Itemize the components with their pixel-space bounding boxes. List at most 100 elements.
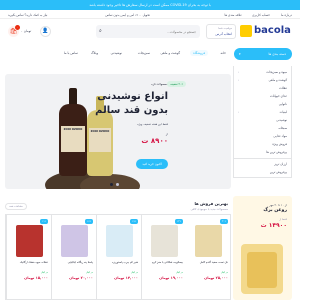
hero-tag: محصولات تازه — [151, 82, 168, 86]
stock-status: در انبار — [41, 271, 48, 274]
chevron-down-icon: ▾ — [239, 52, 241, 56]
sidebar-footer-item[interactable]: پرفروش ترین — [270, 170, 287, 174]
link-account[interactable]: حساب کاربری — [252, 13, 270, 17]
stock-status: در انبار — [176, 271, 183, 274]
sidebar-item[interactable]: تنقلات — [279, 86, 287, 90]
logo-badge-icon — [240, 25, 252, 37]
nav-item-drinks[interactable]: نوشیدنی — [111, 51, 122, 55]
view-all-button[interactable]: مشاهده همه — [5, 203, 27, 210]
shop-now-button[interactable]: اکنون خرید کنید — [136, 159, 168, 169]
product-image — [195, 225, 222, 257]
sidebar-item[interactable]: غذای حیوانات — [270, 94, 287, 98]
user-icon[interactable]: 👤 — [40, 26, 51, 37]
slider-dot[interactable] — [116, 183, 119, 186]
slider-dots — [100, 183, 130, 187]
discount-badge: ۲۰٪ تخفیف — [166, 81, 186, 87]
nav-item-vegetables[interactable]: سبزیجات — [138, 51, 150, 55]
sidebar-item[interactable]: مواد غذایی — [273, 134, 287, 138]
promo-title: روغن برگ — [263, 208, 287, 213]
top-links-bar: درباره ما حساب کاربری علاقه مندی ها تحوی… — [0, 10, 300, 19]
promo-date: از ۱۰ تا ۲۰ مهر — [269, 203, 287, 207]
sidebar-item[interactable]: گوشت و ماهی — [269, 78, 287, 82]
nav-item-home[interactable]: خانه — [220, 51, 226, 55]
product-name: بیسکویت شکلاتی با مغز کرم — [151, 261, 183, 264]
categories-label: دسته بندی ها — [268, 52, 286, 56]
hero-from-label: از — [165, 132, 168, 136]
section-title: بهترین فروش ها — [194, 201, 228, 206]
promo-from-label: فقط از — [279, 218, 287, 221]
hero-banner[interactable]: ZOOI OZOUO ZOOI OZOUO محصولات تازه ۲۰٪ ت… — [5, 74, 231, 189]
chevron-left-icon: ‹ — [238, 110, 240, 114]
promo-banner[interactable]: از ۱۰ تا ۲۰ مهر روغن برگ فقط از ۱۴۹۰۰ ت — [233, 196, 292, 300]
product-image — [61, 225, 88, 257]
sidebar-item[interactable]: لبنیات — [280, 110, 287, 114]
discount-badge: ۱۹٪ — [130, 219, 138, 224]
bottle-label: ZOOI OZOUO — [89, 128, 111, 152]
nav-item-blog[interactable]: وبلاگ — [91, 51, 98, 55]
product-card[interactable]: ۲۰٪ نان تست سفید گندم کامل در انبار ۲۵,۰… — [186, 215, 231, 300]
link-about[interactable]: درباره ما — [281, 13, 292, 17]
product-image — [16, 225, 43, 257]
announcement-bar: با توجه به بحران COVID-19 ممکن است در ار… — [0, 0, 300, 10]
site-header: bacola موقعیت شما انتخاب آدرس ⌕ 🛍 ۰ ۰ تو… — [0, 19, 300, 45]
logo[interactable]: bacola — [240, 25, 292, 39]
bottle-label: ZOOI OZOUO — [61, 126, 85, 152]
discount-badge: ۲۰٪ — [220, 219, 228, 224]
product-card[interactable]: ۱۲٪ بیسکویت شکلاتی با مغز کرم در انبار ۱… — [141, 215, 186, 300]
stock-status: در انبار — [86, 271, 93, 274]
cart-button[interactable]: 🛍 ۰ ۰ تومان — [8, 25, 38, 37]
location-value: انتخاب آدرس — [215, 32, 232, 36]
product-name: شیر کم چرب پاستوریزه — [112, 261, 138, 264]
product-price: ۱۹,۰۰۰ تومان — [159, 276, 183, 280]
link-wishlist[interactable]: علاقه مندی ها — [225, 13, 242, 17]
product-image — [106, 225, 133, 257]
hero-subtitle: فقط این هفته تخفیف ویژه — [137, 122, 168, 126]
promo-product-image — [247, 252, 277, 288]
search-icon[interactable]: ⌕ — [99, 28, 102, 34]
chevron-left-icon: ‹ — [238, 78, 240, 82]
sidebar-item[interactable]: میوه و سبزیجات — [266, 70, 287, 74]
product-name: تنقلات میوه خشک ارگانیک — [19, 261, 48, 264]
product-grid: ۲۰٪ نان تست سفید گندم کامل در انبار ۲۵,۰… — [5, 214, 231, 300]
discount-badge: ۱۶٪ — [85, 219, 93, 224]
discount-badge: ۱۲٪ — [175, 219, 183, 224]
product-price: ۱۵,۰۰۰ تومان — [24, 276, 48, 280]
product-name: نان تست سفید گندم کامل — [199, 261, 228, 264]
product-card[interactable]: ۱۶٪ پاستا پنه ریگاته ایتالیایی در انبار … — [51, 215, 96, 300]
bottle-image: ZOOI OZOUO — [87, 110, 113, 176]
safe-delivery-text: تحویل ۱۰۰٪ امن و ایمن بدون تماس — [105, 12, 150, 17]
stock-status: در انبار — [221, 271, 228, 274]
promo-price: ۱۴۹۰۰ ت — [260, 222, 287, 229]
section-subtitle: محصولات جدید با موجودی کافی — [190, 207, 228, 211]
stock-status: در انبار — [131, 271, 138, 274]
all-categories-button[interactable]: دسته بندی ها ▾ — [234, 48, 292, 60]
sidebar-item[interactable]: فروش ویژه — [272, 142, 287, 146]
product-image — [151, 225, 178, 257]
chevron-left-icon: ‹ — [238, 70, 240, 74]
product-price: ۱۴,۰۰۰ تومان — [114, 276, 138, 280]
logo-text: bacola — [254, 25, 291, 36]
sidebar-item[interactable]: نانوایی — [279, 102, 287, 106]
sidebar-item[interactable]: صبحانه — [278, 126, 287, 130]
discount-badge: ۱۱٪ — [40, 219, 48, 224]
nav-item-shop[interactable]: فروشگاه — [190, 50, 208, 56]
nav-item-meat[interactable]: گوشت و ماهی — [160, 51, 180, 55]
hero-title: انواع نوشیدنی بدون قند سالم — [95, 91, 168, 116]
main-nav: دسته بندی ها ▾ خانه فروشگاه گوشت و ماهی … — [0, 45, 300, 63]
cart-count-badge: ۰ — [15, 25, 20, 30]
sidebar-item[interactable]: نوشیدنی — [276, 118, 287, 122]
nav-item-contact[interactable]: تماس با ما — [64, 51, 78, 55]
hero-price: ۸۹۰۰ ت — [141, 137, 168, 145]
slider-dot[interactable] — [110, 183, 113, 186]
sidebar-item[interactable]: پرفروش ترین ها — [266, 150, 287, 154]
location-label: موقعیت شما — [218, 27, 232, 30]
sidebar-footer-item[interactable]: ارزان تریز — [274, 162, 287, 166]
product-card[interactable]: ۱۹٪ شیر کم چرب پاستوریزه در انبار ۱۴,۰۰۰… — [96, 215, 141, 300]
location-selector[interactable]: موقعیت شما انتخاب آدرس — [206, 24, 236, 39]
cart-total: ۰ تومان — [21, 29, 32, 33]
product-card[interactable]: ۱۱٪ تنقلات میوه خشک ارگانیک در انبار ۱۵,… — [6, 215, 51, 300]
sidebar-divider — [234, 158, 291, 159]
product-name: پاستا پنه ریگاته ایتالیایی — [67, 261, 93, 264]
search-input[interactable] — [96, 25, 200, 38]
product-price: ۲۰,۰۰۰ تومان — [69, 276, 93, 280]
